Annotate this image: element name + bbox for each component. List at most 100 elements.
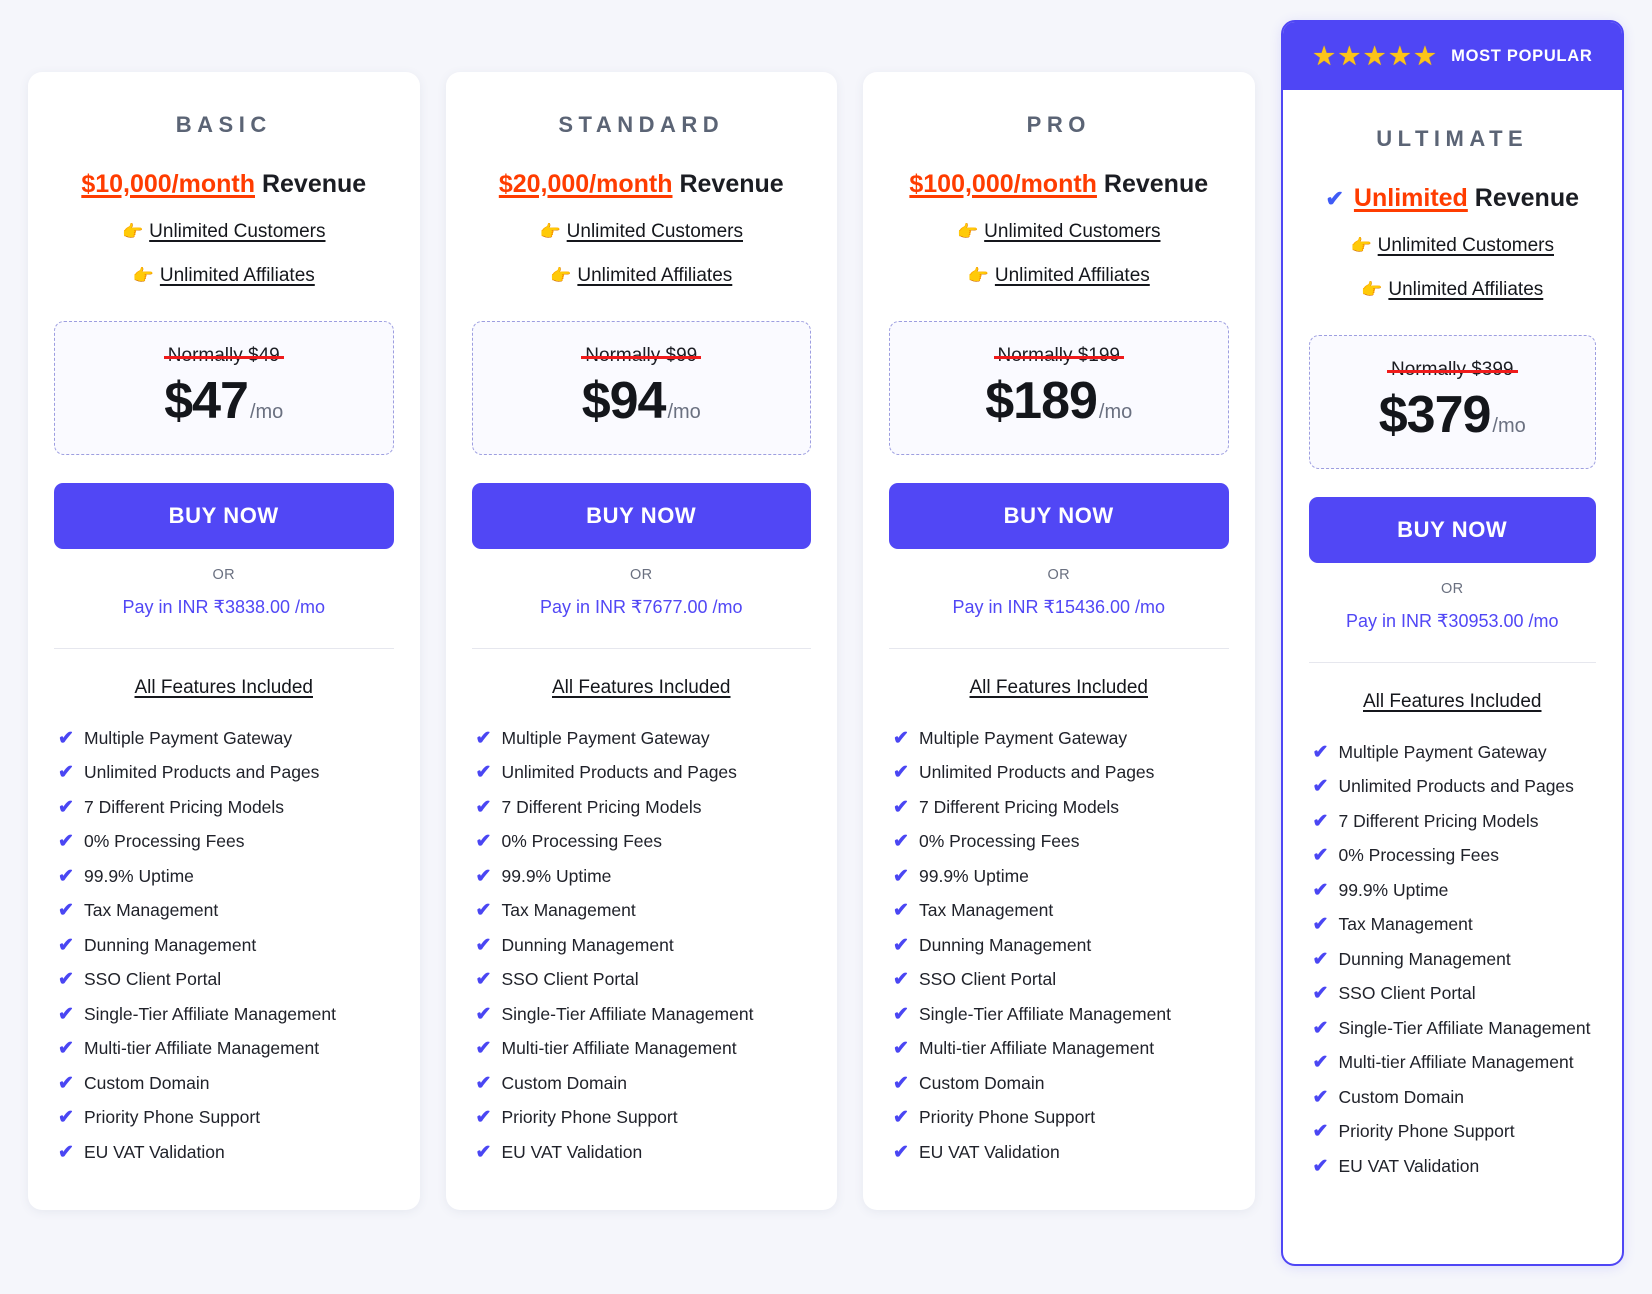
feature-label: SSO Client Portal — [919, 969, 1057, 990]
check-icon: ✔ — [475, 865, 492, 887]
pay-in-inr-link[interactable]: Pay in INR ₹15436.00 /mo — [889, 597, 1229, 618]
feature-item: ✔ Tax Management — [54, 894, 394, 929]
feature-label: Unlimited Products and Pages — [84, 762, 320, 783]
plan-bullet: 👉 Unlimited Customers — [472, 221, 812, 243]
plan-bullet: 👉 Unlimited Affiliates — [472, 265, 812, 287]
feature-item: ✔ Custom Domain — [472, 1066, 812, 1101]
price-period: /mo — [1492, 415, 1526, 437]
check-icon: ✔ — [475, 727, 492, 749]
pay-in-inr-link[interactable]: Pay in INR ₹30953.00 /mo — [1309, 611, 1597, 632]
or-separator: OR — [1440, 581, 1464, 597]
feature-label: Single-Tier Affiliate Management — [919, 1003, 1171, 1024]
check-icon: ✔ — [475, 969, 492, 991]
section-divider — [54, 648, 394, 649]
feature-label: 99.9% Uptime — [1338, 879, 1449, 900]
plan-bullet-label: Unlimited Affiliates — [1388, 279, 1544, 300]
pointing-hand-icon: 👉 — [1350, 236, 1372, 255]
feature-label: Dunning Management — [919, 934, 1092, 955]
section-divider — [1308, 662, 1596, 663]
plan-title: STANDARD — [558, 112, 725, 137]
check-icon: ✔ — [1325, 186, 1344, 211]
plan-card-pro: PRO $100,000/month Revenue 👉 Unlimited Cust… — [863, 72, 1255, 1210]
check-icon: ✔ — [58, 1038, 74, 1060]
feature-item: ✔ Priority Phone Support — [889, 1101, 1229, 1136]
plan-bullet-label: Unlimited Customers — [984, 221, 1161, 242]
check-icon: ✔ — [893, 727, 909, 749]
feature-label: Tax Management — [84, 900, 219, 921]
check-icon: ✔ — [475, 762, 492, 784]
most-popular-banner: ★ ★ ★ ★ ★ MOST POPULAR — [1282, 22, 1622, 90]
check-icon: ✔ — [1312, 1086, 1329, 1108]
plan-revenue-suffix: Revenue — [1103, 170, 1209, 198]
featured-card-body: ULTIMATE ✔ Unlimited Revenue 👉 Unlimited Cus… — [1283, 90, 1623, 1210]
pointing-hand-icon: 👉 — [550, 266, 572, 285]
feature-item: ✔ Multiple Payment Gateway — [472, 721, 812, 756]
feature-label: SSO Client Portal — [1338, 983, 1476, 1004]
most-popular-label: MOST POPULAR — [1451, 46, 1593, 65]
price-box: Normally $99 $94/mo — [471, 321, 811, 455]
original-price: Normally $99 — [581, 345, 702, 366]
feature-item: ✔ Custom Domain — [54, 1066, 394, 1101]
section-divider — [889, 648, 1229, 649]
feature-label: 7 Different Pricing Models — [1338, 810, 1539, 831]
features-list: ✔ Multiple Payment Gateway ✔ Unlimited Prod… — [54, 721, 394, 1170]
plan-bullet: 👉 Unlimited Affiliates — [889, 265, 1229, 287]
feature-label: 0% Processing Fees — [919, 831, 1080, 852]
star-icon: ★ — [1412, 40, 1438, 71]
check-icon: ✔ — [1312, 1155, 1329, 1177]
feature-item: ✔ Priority Phone Support — [54, 1101, 394, 1136]
feature-item: ✔ EU VAT Validation — [472, 1135, 812, 1170]
feature-item: ✔ Custom Domain — [1309, 1080, 1597, 1115]
buy-now-button[interactable]: BUY NOW — [1308, 497, 1596, 563]
check-icon: ✔ — [58, 1107, 74, 1129]
feature-label: Multiple Payment Gateway — [501, 727, 710, 748]
feature-label: Custom Domain — [919, 1072, 1045, 1093]
feature-label: Dunning Management — [501, 934, 674, 955]
feature-item: ✔ Multi-tier Affiliate Management — [472, 1032, 812, 1067]
features-heading: All Features Included — [552, 677, 731, 698]
plan-card-standard: STANDARD $20,000/month Revenue 👉 Unlimited … — [445, 72, 837, 1210]
features-heading: All Features Included — [1363, 691, 1542, 712]
check-icon: ✔ — [475, 796, 492, 818]
feature-label: Priority Phone Support — [84, 1107, 261, 1128]
plan-revenue-amount: Unlimited — [1353, 184, 1468, 212]
star-rating: ★ ★ ★ ★ ★ — [1312, 40, 1438, 71]
feature-item: ✔ 7 Different Pricing Models — [889, 790, 1229, 825]
pay-in-inr-link[interactable]: Pay in INR ₹3838.00 /mo — [54, 597, 394, 618]
feature-item: ✔ Multiple Payment Gateway — [1309, 735, 1597, 770]
feature-label: 7 Different Pricing Models — [919, 796, 1120, 817]
feature-item: ✔ Multi-tier Affiliate Management — [1309, 1046, 1597, 1081]
plan-bullet-label: Unlimited Customers — [566, 221, 743, 242]
feature-label: EU VAT Validation — [1338, 1155, 1480, 1176]
check-icon: ✔ — [1312, 1017, 1329, 1039]
check-icon: ✔ — [58, 1141, 74, 1163]
feature-item: ✔ 99.9% Uptime — [54, 859, 394, 894]
pointing-hand-icon: 👉 — [967, 266, 989, 285]
feature-label: Custom Domain — [501, 1072, 627, 1093]
check-icon: ✔ — [893, 1038, 909, 1060]
check-icon: ✔ — [58, 762, 74, 784]
buy-now-button[interactable]: BUY NOW — [471, 483, 811, 549]
plan-revenue-suffix: Revenue — [679, 170, 784, 198]
plan-revenue-line: $10,000/month Revenue — [54, 170, 394, 199]
feature-label: Unlimited Products and Pages — [1338, 776, 1574, 797]
feature-label: Multi-tier Affiliate Management — [1338, 1052, 1574, 1073]
star-icon: ★ — [1312, 40, 1337, 71]
feature-label: 7 Different Pricing Models — [501, 796, 702, 817]
feature-label: Multiple Payment Gateway — [1338, 741, 1547, 762]
features-heading: All Features Included — [134, 677, 314, 698]
buy-now-button[interactable]: BUY NOW — [889, 483, 1229, 549]
feature-item: ✔ SSO Client Portal — [54, 963, 394, 998]
price-box: Normally $49 $47/mo — [54, 321, 394, 455]
feature-label: EU VAT Validation — [501, 1141, 643, 1162]
plan-revenue-amount: $10,000/month — [81, 170, 255, 198]
buy-now-button[interactable]: BUY NOW — [54, 483, 394, 549]
feature-item: ✔ SSO Client Portal — [889, 963, 1229, 998]
star-icon: ★ — [1337, 40, 1362, 71]
feature-label: Dunning Management — [1338, 948, 1511, 969]
plan-card-basic: BASIC $10,000/month Revenue 👉 Unlimited Cus… — [28, 72, 420, 1210]
check-icon: ✔ — [58, 1072, 74, 1094]
current-price: $94 — [581, 372, 667, 430]
pay-in-inr-link[interactable]: Pay in INR ₹7677.00 /mo — [472, 597, 812, 618]
pricing-plans-grid: BASIC $10,000/month Revenue 👉 Unlimited Cus… — [0, 0, 1652, 1294]
